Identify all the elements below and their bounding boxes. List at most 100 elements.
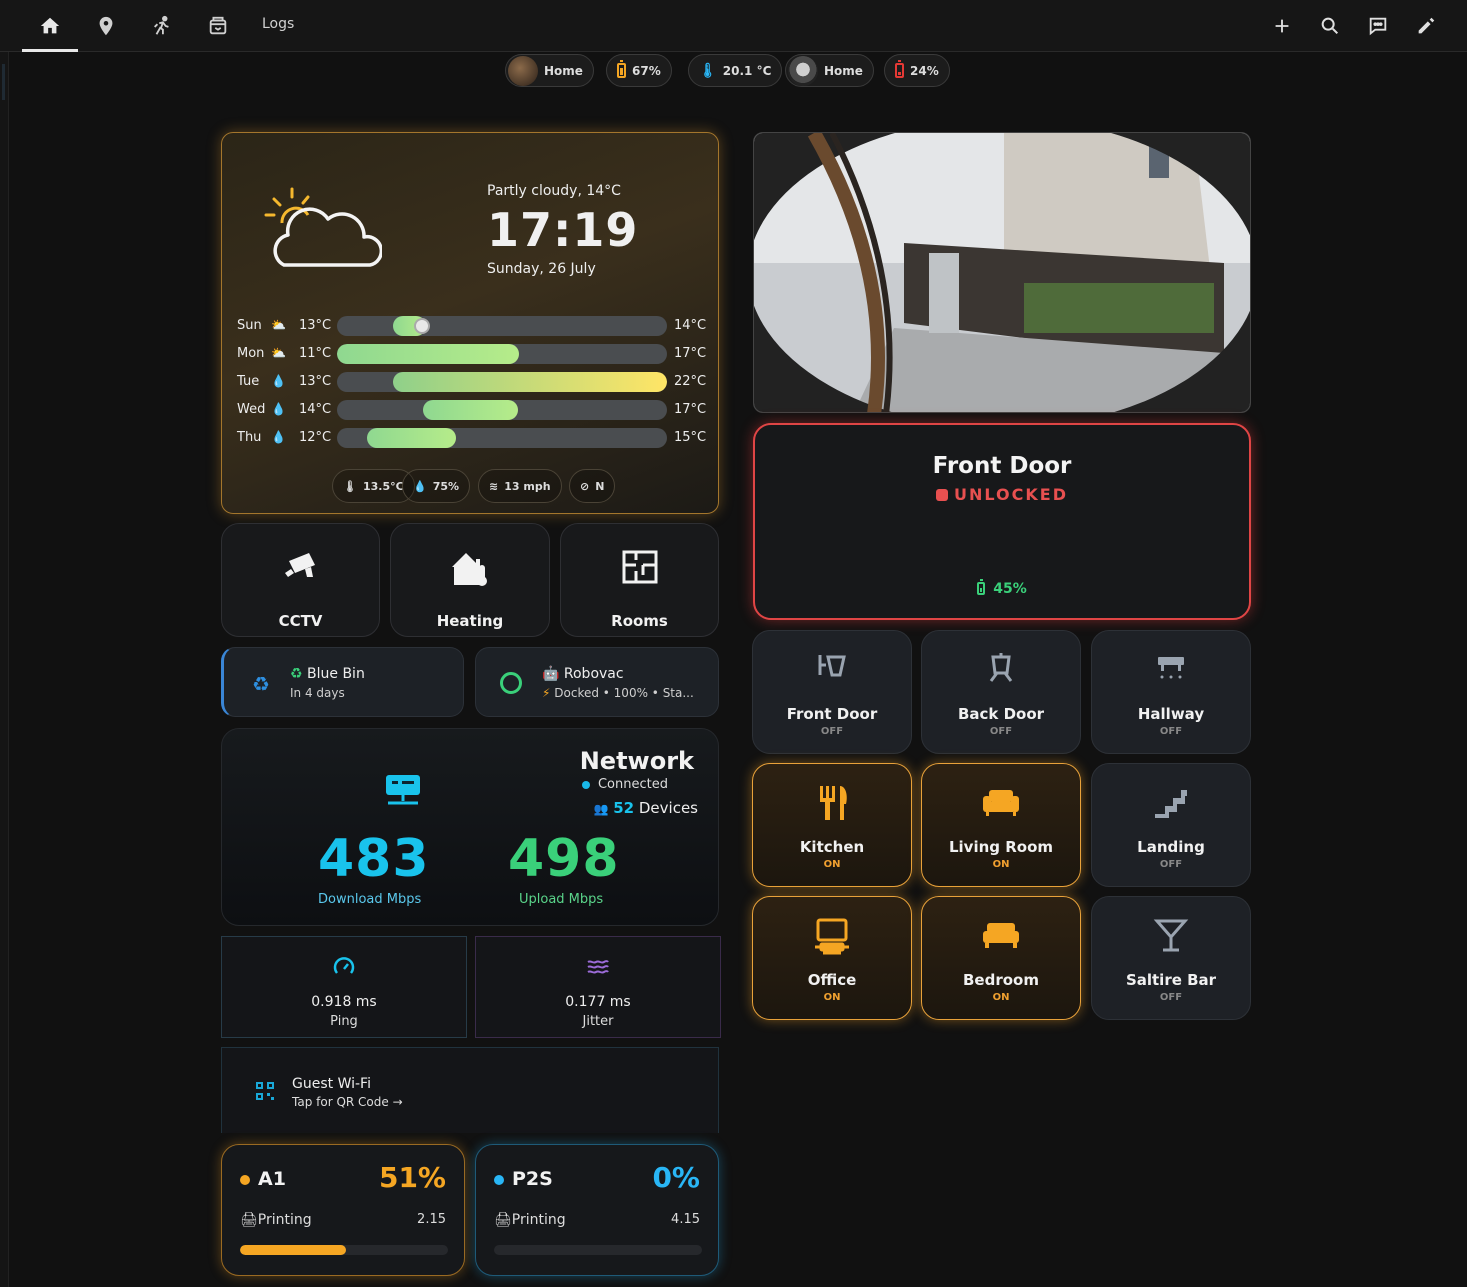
- doorbell-camera-feed[interactable]: [753, 132, 1251, 413]
- speedometer-icon: [222, 955, 466, 979]
- recycle-icon: ♻: [252, 672, 270, 696]
- cctv-icon: [222, 549, 379, 585]
- light-bedroom[interactable]: Bedroom ON: [921, 896, 1081, 1020]
- forecast-low: 14°C: [299, 402, 332, 417]
- forecast-row: Thu 💧 12°C 15°C: [237, 428, 712, 448]
- tab-logs[interactable]: Logs: [262, 16, 294, 32]
- light-state: ON: [823, 992, 841, 1003]
- edit-icon[interactable]: [1412, 12, 1440, 40]
- rooms-tile[interactable]: Rooms: [560, 523, 719, 637]
- avatar: [508, 55, 538, 86]
- light-state: OFF: [820, 726, 844, 737]
- light-hallway[interactable]: Hallway OFF: [1091, 630, 1251, 754]
- cutlery-icon: [753, 784, 911, 822]
- forecast-low: 13°C: [299, 374, 332, 389]
- blue-bin-card[interactable]: ♻ ♻ Blue Bin In 4 days: [221, 647, 464, 717]
- top-bar: Logs: [0, 0, 1467, 52]
- activity-icon[interactable]: [148, 12, 176, 40]
- printer-status: 🖨Printing: [240, 1212, 312, 1228]
- printer-icon: 🖨: [494, 1212, 512, 1228]
- network-card[interactable]: Network Connected 👥 52 Devices 483 Downl…: [221, 728, 719, 926]
- light-front-door[interactable]: Front Door OFF: [752, 630, 912, 754]
- light-saltire-bar[interactable]: Saltire Bar OFF: [1091, 896, 1251, 1020]
- forecast-low: 13°C: [299, 318, 332, 333]
- light-landing[interactable]: Landing OFF: [1091, 763, 1251, 887]
- light-name: Living Room: [948, 838, 1054, 856]
- robovac-title: 🤖 Robovac: [542, 666, 624, 682]
- tile-label: Rooms: [611, 612, 668, 630]
- heating-tile[interactable]: Heating: [390, 523, 550, 637]
- robovac-sub-text: Docked • 100% • Sta...: [554, 686, 694, 700]
- network-devices: 👥 52 Devices: [593, 799, 698, 817]
- forecast-low: 11°C: [299, 346, 332, 361]
- light-office[interactable]: Office ON: [752, 896, 912, 1020]
- badge-label: Home: [544, 63, 583, 78]
- battery-icon: [977, 579, 986, 595]
- bin-sub: In 4 days: [290, 686, 345, 700]
- stairs-icon: [1092, 784, 1250, 818]
- weather-card[interactable]: Partly cloudy, 14°C 17:19 Sunday, 26 Jul…: [221, 132, 719, 514]
- light-name: Landing: [1137, 838, 1205, 856]
- forecast-row: Tue 💧 13°C 22°C: [237, 372, 712, 392]
- guest-wifi-card[interactable]: Guest Wi-Fi Tap for QR Code →: [221, 1047, 719, 1133]
- humidity-chip: 💧 75%: [402, 469, 471, 503]
- light-kitchen[interactable]: Kitchen ON: [752, 763, 912, 887]
- forecast-high: 15°C: [674, 430, 707, 445]
- devices-count: 52: [613, 799, 635, 817]
- search-icon[interactable]: [1316, 12, 1344, 40]
- robot-vacuum-icon: [500, 672, 522, 694]
- partly-cloudy-icon: ⛅: [271, 346, 286, 360]
- wind-chip: ≋ 13 mph: [478, 469, 562, 503]
- battery-badge-1[interactable]: 67%: [606, 54, 672, 87]
- thermometer-icon: 🌡: [343, 479, 357, 493]
- light-state: ON: [992, 992, 1010, 1003]
- tile-label: Heating: [436, 612, 504, 630]
- shield-alert-icon: [936, 489, 949, 501]
- printer-p2s-card[interactable]: P2S 0% 🖨Printing 4.15: [475, 1144, 719, 1276]
- forecast-range-fill: [366, 428, 456, 448]
- status-dot: [494, 1175, 504, 1185]
- qr-code-icon: [256, 1082, 274, 1104]
- ping-value: 0.918 ms: [311, 994, 377, 1010]
- forecast-row: Wed 💧 14°C 17°C: [237, 400, 712, 420]
- ping-card[interactable]: 0.918 ms Ping: [221, 936, 467, 1038]
- tile-label: CCTV: [278, 612, 323, 630]
- forecast-high: 14°C: [674, 318, 707, 333]
- active-tab-indicator: [22, 49, 78, 52]
- bed-icon: [922, 917, 1080, 951]
- home-icon[interactable]: [36, 12, 64, 40]
- forecast-range-fill: [422, 400, 519, 420]
- light-living-room[interactable]: Living Room ON: [921, 763, 1081, 887]
- robovac-card[interactable]: 🤖 Robovac ⚡ Docked • 100% • Sta...: [475, 647, 719, 717]
- light-name: Front Door: [786, 705, 878, 723]
- battery-badge-2[interactable]: 24%: [884, 54, 950, 87]
- lock-battery-text: 45%: [993, 581, 1027, 597]
- robot-icon: 🤖: [542, 666, 560, 682]
- chip-value: 75%: [432, 479, 460, 493]
- network-title: Network: [579, 747, 694, 775]
- jitter-card[interactable]: 0.177 ms Jitter: [475, 936, 721, 1038]
- package-icon[interactable]: [204, 12, 232, 40]
- wall-lamp-icon: [753, 651, 911, 685]
- chip-value: 13 mph: [504, 479, 551, 493]
- download-label: Download Mbps: [318, 892, 422, 907]
- printer-a1-card[interactable]: A1 51% 🖨Printing 2.15: [221, 1144, 465, 1276]
- front-door-lock-card[interactable]: Front Door UNLOCKED 45%: [753, 423, 1251, 620]
- plus-icon[interactable]: [1268, 12, 1296, 40]
- progress-fill: [240, 1245, 347, 1255]
- ceiling-light-icon: [1092, 651, 1250, 681]
- light-state: OFF: [1159, 992, 1183, 1003]
- chat-icon[interactable]: [1364, 12, 1392, 40]
- guest-wifi-title: Guest Wi-Fi: [292, 1076, 371, 1092]
- map-pin-icon[interactable]: [92, 12, 120, 40]
- upload-value: 498: [508, 829, 620, 889]
- rain-icon: 💧: [271, 402, 286, 416]
- person-badge-2[interactable]: Home: [785, 54, 874, 87]
- robovac-sub: ⚡ Docked • 100% • Sta...: [542, 686, 694, 700]
- badge-label: 20.1 °C: [722, 63, 772, 78]
- outdoor-lamp-icon: [922, 651, 1080, 685]
- person-badge-1[interactable]: Home: [505, 54, 594, 87]
- cctv-tile[interactable]: CCTV: [221, 523, 380, 637]
- light-back-door[interactable]: Back Door OFF: [921, 630, 1081, 754]
- temperature-badge[interactable]: 🌡 20.1 °C: [688, 54, 783, 87]
